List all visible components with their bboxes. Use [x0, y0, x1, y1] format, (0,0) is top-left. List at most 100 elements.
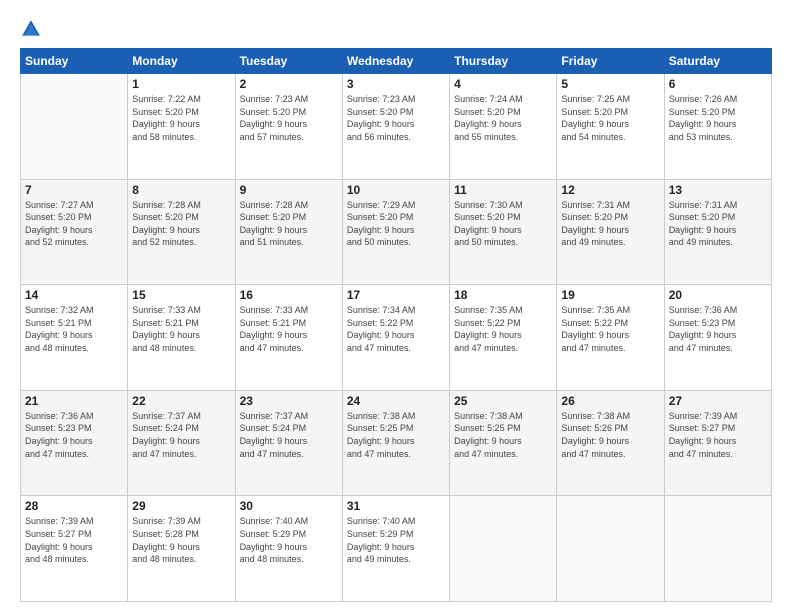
calendar-cell: 10Sunrise: 7:29 AM Sunset: 5:20 PM Dayli…: [342, 179, 449, 285]
calendar-cell: [21, 74, 128, 180]
day-number: 17: [347, 288, 445, 302]
day-number: 10: [347, 183, 445, 197]
calendar-header-sunday: Sunday: [21, 49, 128, 74]
calendar-header-saturday: Saturday: [664, 49, 771, 74]
calendar-cell: 18 Sunrise: 7:35 AM Sunset: 5:22 PM Dayli…: [450, 285, 557, 391]
calendar-table: SundayMondayTuesdayWednesdayThursdayFrid…: [20, 48, 772, 602]
day-info: Sunrise: 7:26 AM Sunset: 5:20 PM Dayligh…: [669, 93, 767, 143]
calendar-cell: 31 Sunrise: 7:40 AM Sunset: 5:29 PM Dayli…: [342, 496, 449, 602]
calendar-cell: 6 Sunrise: 7:26 AM Sunset: 5:20 PM Daylig…: [664, 74, 771, 180]
calendar-week-row: 14Sunrise: 7:32 AM Sunset: 5:21 PM Dayli…: [21, 285, 772, 391]
day-info: Sunrise: 7:25 AM Sunset: 5:20 PM Dayligh…: [561, 93, 659, 143]
day-number: 9: [240, 183, 338, 197]
day-number: 2: [240, 77, 338, 91]
calendar-header-thursday: Thursday: [450, 49, 557, 74]
day-number: 21: [25, 394, 123, 408]
calendar-header-friday: Friday: [557, 49, 664, 74]
calendar-cell: 12 Sunrise: 7:31 AM Sunset: 5:20 PM Dayli…: [557, 179, 664, 285]
day-info: Sunrise: 7:37 AM Sunset: 5:24 PM Dayligh…: [132, 410, 230, 460]
day-info: Sunrise: 7:32 AM Sunset: 5:21 PM Dayligh…: [25, 304, 123, 354]
day-info: Sunrise: 7:38 AM Sunset: 5:25 PM Dayligh…: [454, 410, 552, 460]
calendar-header-monday: Monday: [128, 49, 235, 74]
day-number: 22: [132, 394, 230, 408]
calendar-cell: 16 Sunrise: 7:33 AM Sunset: 5:21 PM Dayli…: [235, 285, 342, 391]
calendar-week-row: 28 Sunrise: 7:39 AM Sunset: 5:27 PM Dayli…: [21, 496, 772, 602]
calendar-week-row: 7 Sunrise: 7:27 AM Sunset: 5:20 PM Daylig…: [21, 179, 772, 285]
day-number: 29: [132, 499, 230, 513]
calendar-cell: 22 Sunrise: 7:37 AM Sunset: 5:24 PM Dayli…: [128, 390, 235, 496]
day-number: 5: [561, 77, 659, 91]
day-info: Sunrise: 7:28 AM Sunset: 5:20 PM Dayligh…: [132, 199, 230, 249]
calendar-cell: 11Sunrise: 7:30 AM Sunset: 5:20 PM Dayli…: [450, 179, 557, 285]
calendar-header-tuesday: Tuesday: [235, 49, 342, 74]
day-info: Sunrise: 7:23 AM Sunset: 5:20 PM Dayligh…: [347, 93, 445, 143]
day-number: 27: [669, 394, 767, 408]
day-info: Sunrise: 7:22 AM Sunset: 5:20 PM Dayligh…: [132, 93, 230, 143]
calendar-cell: 28 Sunrise: 7:39 AM Sunset: 5:27 PM Dayli…: [21, 496, 128, 602]
calendar-cell: 13 Sunrise: 7:31 AM Sunset: 5:20 PM Dayli…: [664, 179, 771, 285]
calendar-cell: 27Sunrise: 7:39 AM Sunset: 5:27 PM Dayli…: [664, 390, 771, 496]
calendar-cell: 30Sunrise: 7:40 AM Sunset: 5:29 PM Dayli…: [235, 496, 342, 602]
day-number: 7: [25, 183, 123, 197]
day-info: Sunrise: 7:39 AM Sunset: 5:27 PM Dayligh…: [25, 515, 123, 565]
day-info: Sunrise: 7:33 AM Sunset: 5:21 PM Dayligh…: [240, 304, 338, 354]
calendar-cell: 26 Sunrise: 7:38 AM Sunset: 5:26 PM Dayli…: [557, 390, 664, 496]
day-number: 3: [347, 77, 445, 91]
page: SundayMondayTuesdayWednesdayThursdayFrid…: [0, 0, 792, 612]
calendar-cell: 24Sunrise: 7:38 AM Sunset: 5:25 PM Dayli…: [342, 390, 449, 496]
calendar-cell: 8 Sunrise: 7:28 AM Sunset: 5:20 PM Daylig…: [128, 179, 235, 285]
calendar-week-row: 21Sunrise: 7:36 AM Sunset: 5:23 PM Dayli…: [21, 390, 772, 496]
day-info: Sunrise: 7:38 AM Sunset: 5:25 PM Dayligh…: [347, 410, 445, 460]
calendar-header-row: SundayMondayTuesdayWednesdayThursdayFrid…: [21, 49, 772, 74]
day-number: 6: [669, 77, 767, 91]
day-info: Sunrise: 7:35 AM Sunset: 5:22 PM Dayligh…: [454, 304, 552, 354]
calendar-cell: 1 Sunrise: 7:22 AM Sunset: 5:20 PM Daylig…: [128, 74, 235, 180]
day-number: 18: [454, 288, 552, 302]
calendar-cell: [450, 496, 557, 602]
calendar-cell: 14Sunrise: 7:32 AM Sunset: 5:21 PM Dayli…: [21, 285, 128, 391]
day-number: 15: [132, 288, 230, 302]
day-info: Sunrise: 7:39 AM Sunset: 5:28 PM Dayligh…: [132, 515, 230, 565]
calendar-cell: [557, 496, 664, 602]
day-number: 28: [25, 499, 123, 513]
calendar-cell: 9 Sunrise: 7:28 AM Sunset: 5:20 PM Daylig…: [235, 179, 342, 285]
calendar-cell: 3 Sunrise: 7:23 AM Sunset: 5:20 PM Daylig…: [342, 74, 449, 180]
calendar-cell: 29 Sunrise: 7:39 AM Sunset: 5:28 PM Dayli…: [128, 496, 235, 602]
day-number: 1: [132, 77, 230, 91]
logo: [20, 18, 44, 40]
day-number: 12: [561, 183, 659, 197]
day-number: 20: [669, 288, 767, 302]
day-info: Sunrise: 7:37 AM Sunset: 5:24 PM Dayligh…: [240, 410, 338, 460]
day-info: Sunrise: 7:30 AM Sunset: 5:20 PM Dayligh…: [454, 199, 552, 249]
day-info: Sunrise: 7:36 AM Sunset: 5:23 PM Dayligh…: [669, 304, 767, 354]
day-number: 31: [347, 499, 445, 513]
day-number: 26: [561, 394, 659, 408]
day-info: Sunrise: 7:40 AM Sunset: 5:29 PM Dayligh…: [240, 515, 338, 565]
day-info: Sunrise: 7:23 AM Sunset: 5:20 PM Dayligh…: [240, 93, 338, 143]
day-number: 25: [454, 394, 552, 408]
calendar-cell: 7 Sunrise: 7:27 AM Sunset: 5:20 PM Daylig…: [21, 179, 128, 285]
header: [20, 18, 772, 40]
day-info: Sunrise: 7:31 AM Sunset: 5:20 PM Dayligh…: [669, 199, 767, 249]
day-number: 8: [132, 183, 230, 197]
day-number: 16: [240, 288, 338, 302]
calendar-cell: 15 Sunrise: 7:33 AM Sunset: 5:21 PM Dayli…: [128, 285, 235, 391]
calendar-cell: 20 Sunrise: 7:36 AM Sunset: 5:23 PM Dayli…: [664, 285, 771, 391]
calendar-week-row: 1 Sunrise: 7:22 AM Sunset: 5:20 PM Daylig…: [21, 74, 772, 180]
day-info: Sunrise: 7:40 AM Sunset: 5:29 PM Dayligh…: [347, 515, 445, 565]
day-info: Sunrise: 7:28 AM Sunset: 5:20 PM Dayligh…: [240, 199, 338, 249]
day-info: Sunrise: 7:31 AM Sunset: 5:20 PM Dayligh…: [561, 199, 659, 249]
day-number: 13: [669, 183, 767, 197]
calendar-cell: 5 Sunrise: 7:25 AM Sunset: 5:20 PM Daylig…: [557, 74, 664, 180]
day-info: Sunrise: 7:33 AM Sunset: 5:21 PM Dayligh…: [132, 304, 230, 354]
day-info: Sunrise: 7:24 AM Sunset: 5:20 PM Dayligh…: [454, 93, 552, 143]
calendar-cell: 2 Sunrise: 7:23 AM Sunset: 5:20 PM Daylig…: [235, 74, 342, 180]
logo-icon: [20, 18, 42, 40]
day-info: Sunrise: 7:38 AM Sunset: 5:26 PM Dayligh…: [561, 410, 659, 460]
calendar-cell: 17Sunrise: 7:34 AM Sunset: 5:22 PM Dayli…: [342, 285, 449, 391]
calendar-cell: [664, 496, 771, 602]
calendar-cell: 25 Sunrise: 7:38 AM Sunset: 5:25 PM Dayli…: [450, 390, 557, 496]
calendar-cell: 23Sunrise: 7:37 AM Sunset: 5:24 PM Dayli…: [235, 390, 342, 496]
day-info: Sunrise: 7:27 AM Sunset: 5:20 PM Dayligh…: [25, 199, 123, 249]
calendar-cell: 19Sunrise: 7:35 AM Sunset: 5:22 PM Dayli…: [557, 285, 664, 391]
